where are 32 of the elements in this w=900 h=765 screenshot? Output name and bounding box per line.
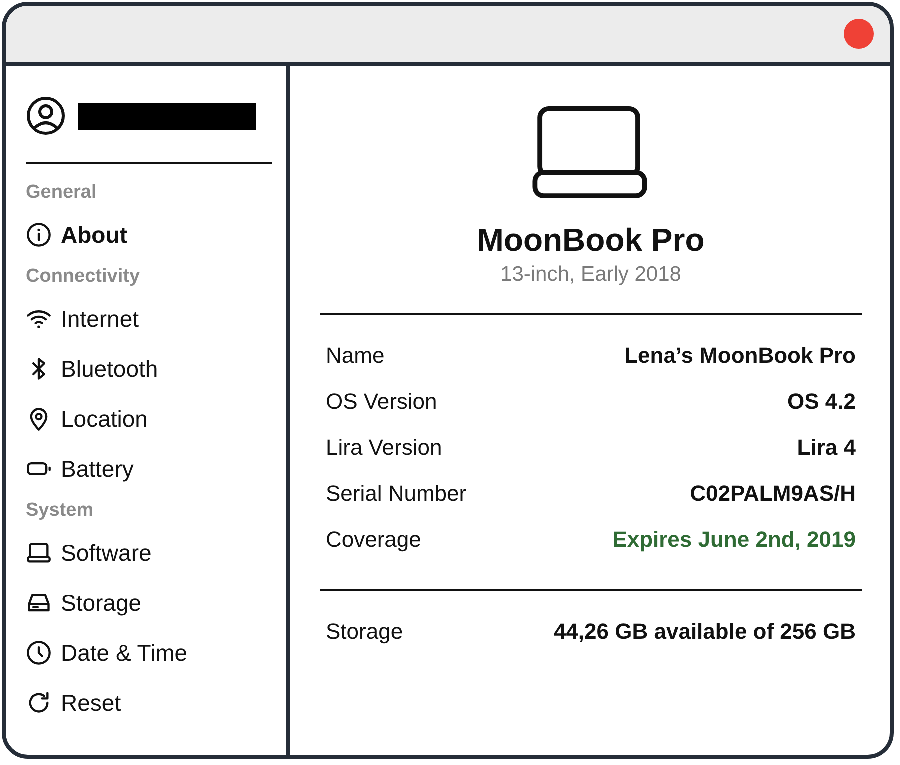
clock-icon [26, 640, 52, 666]
refresh-arrow-icon [26, 690, 52, 716]
info-label: Lira Version [326, 435, 442, 461]
info-value: Expires June 2nd, 2019 [612, 527, 856, 553]
section-heading: General [26, 181, 98, 205]
info-value: Lira 4 [797, 435, 856, 461]
sidebar-item[interactable]: Storage [26, 578, 286, 628]
close-button[interactable] [844, 19, 874, 49]
info-label: Serial Number [326, 481, 467, 507]
user-avatar-icon [26, 96, 66, 136]
sidebar-item[interactable]: About [26, 210, 286, 260]
info-label: Name [326, 343, 385, 369]
sidebar-item[interactable]: Internet [26, 294, 286, 344]
section-heading: Connectivity [26, 265, 142, 289]
sidebar-item[interactable]: Location [26, 394, 286, 444]
sidebar-item[interactable]: Bluetooth [26, 344, 286, 394]
info-value: 44,26 GB available of 256 GB [554, 619, 856, 645]
info-value: Lena’s MoonBook Pro [624, 343, 856, 369]
device-model: 13-inch, Early 2018 [500, 263, 682, 287]
sidebar-item[interactable]: Software [26, 528, 286, 578]
sidebar-item[interactable]: Date & Time [26, 628, 286, 678]
info-label: Storage [326, 619, 404, 645]
laptop-icon [532, 106, 650, 200]
section-heading: System [26, 499, 95, 523]
device-name: MoonBook Pro [477, 222, 705, 259]
info-label: Coverage [326, 527, 422, 553]
sidebar-item[interactable]: Battery [26, 444, 286, 494]
sidebar-item[interactable]: Reset [26, 678, 286, 728]
info-label: OS Version [326, 389, 438, 415]
info-icon [26, 222, 52, 248]
info-value: OS 4.2 [788, 389, 856, 415]
info-value: C02PALM9AS/H [690, 481, 856, 507]
